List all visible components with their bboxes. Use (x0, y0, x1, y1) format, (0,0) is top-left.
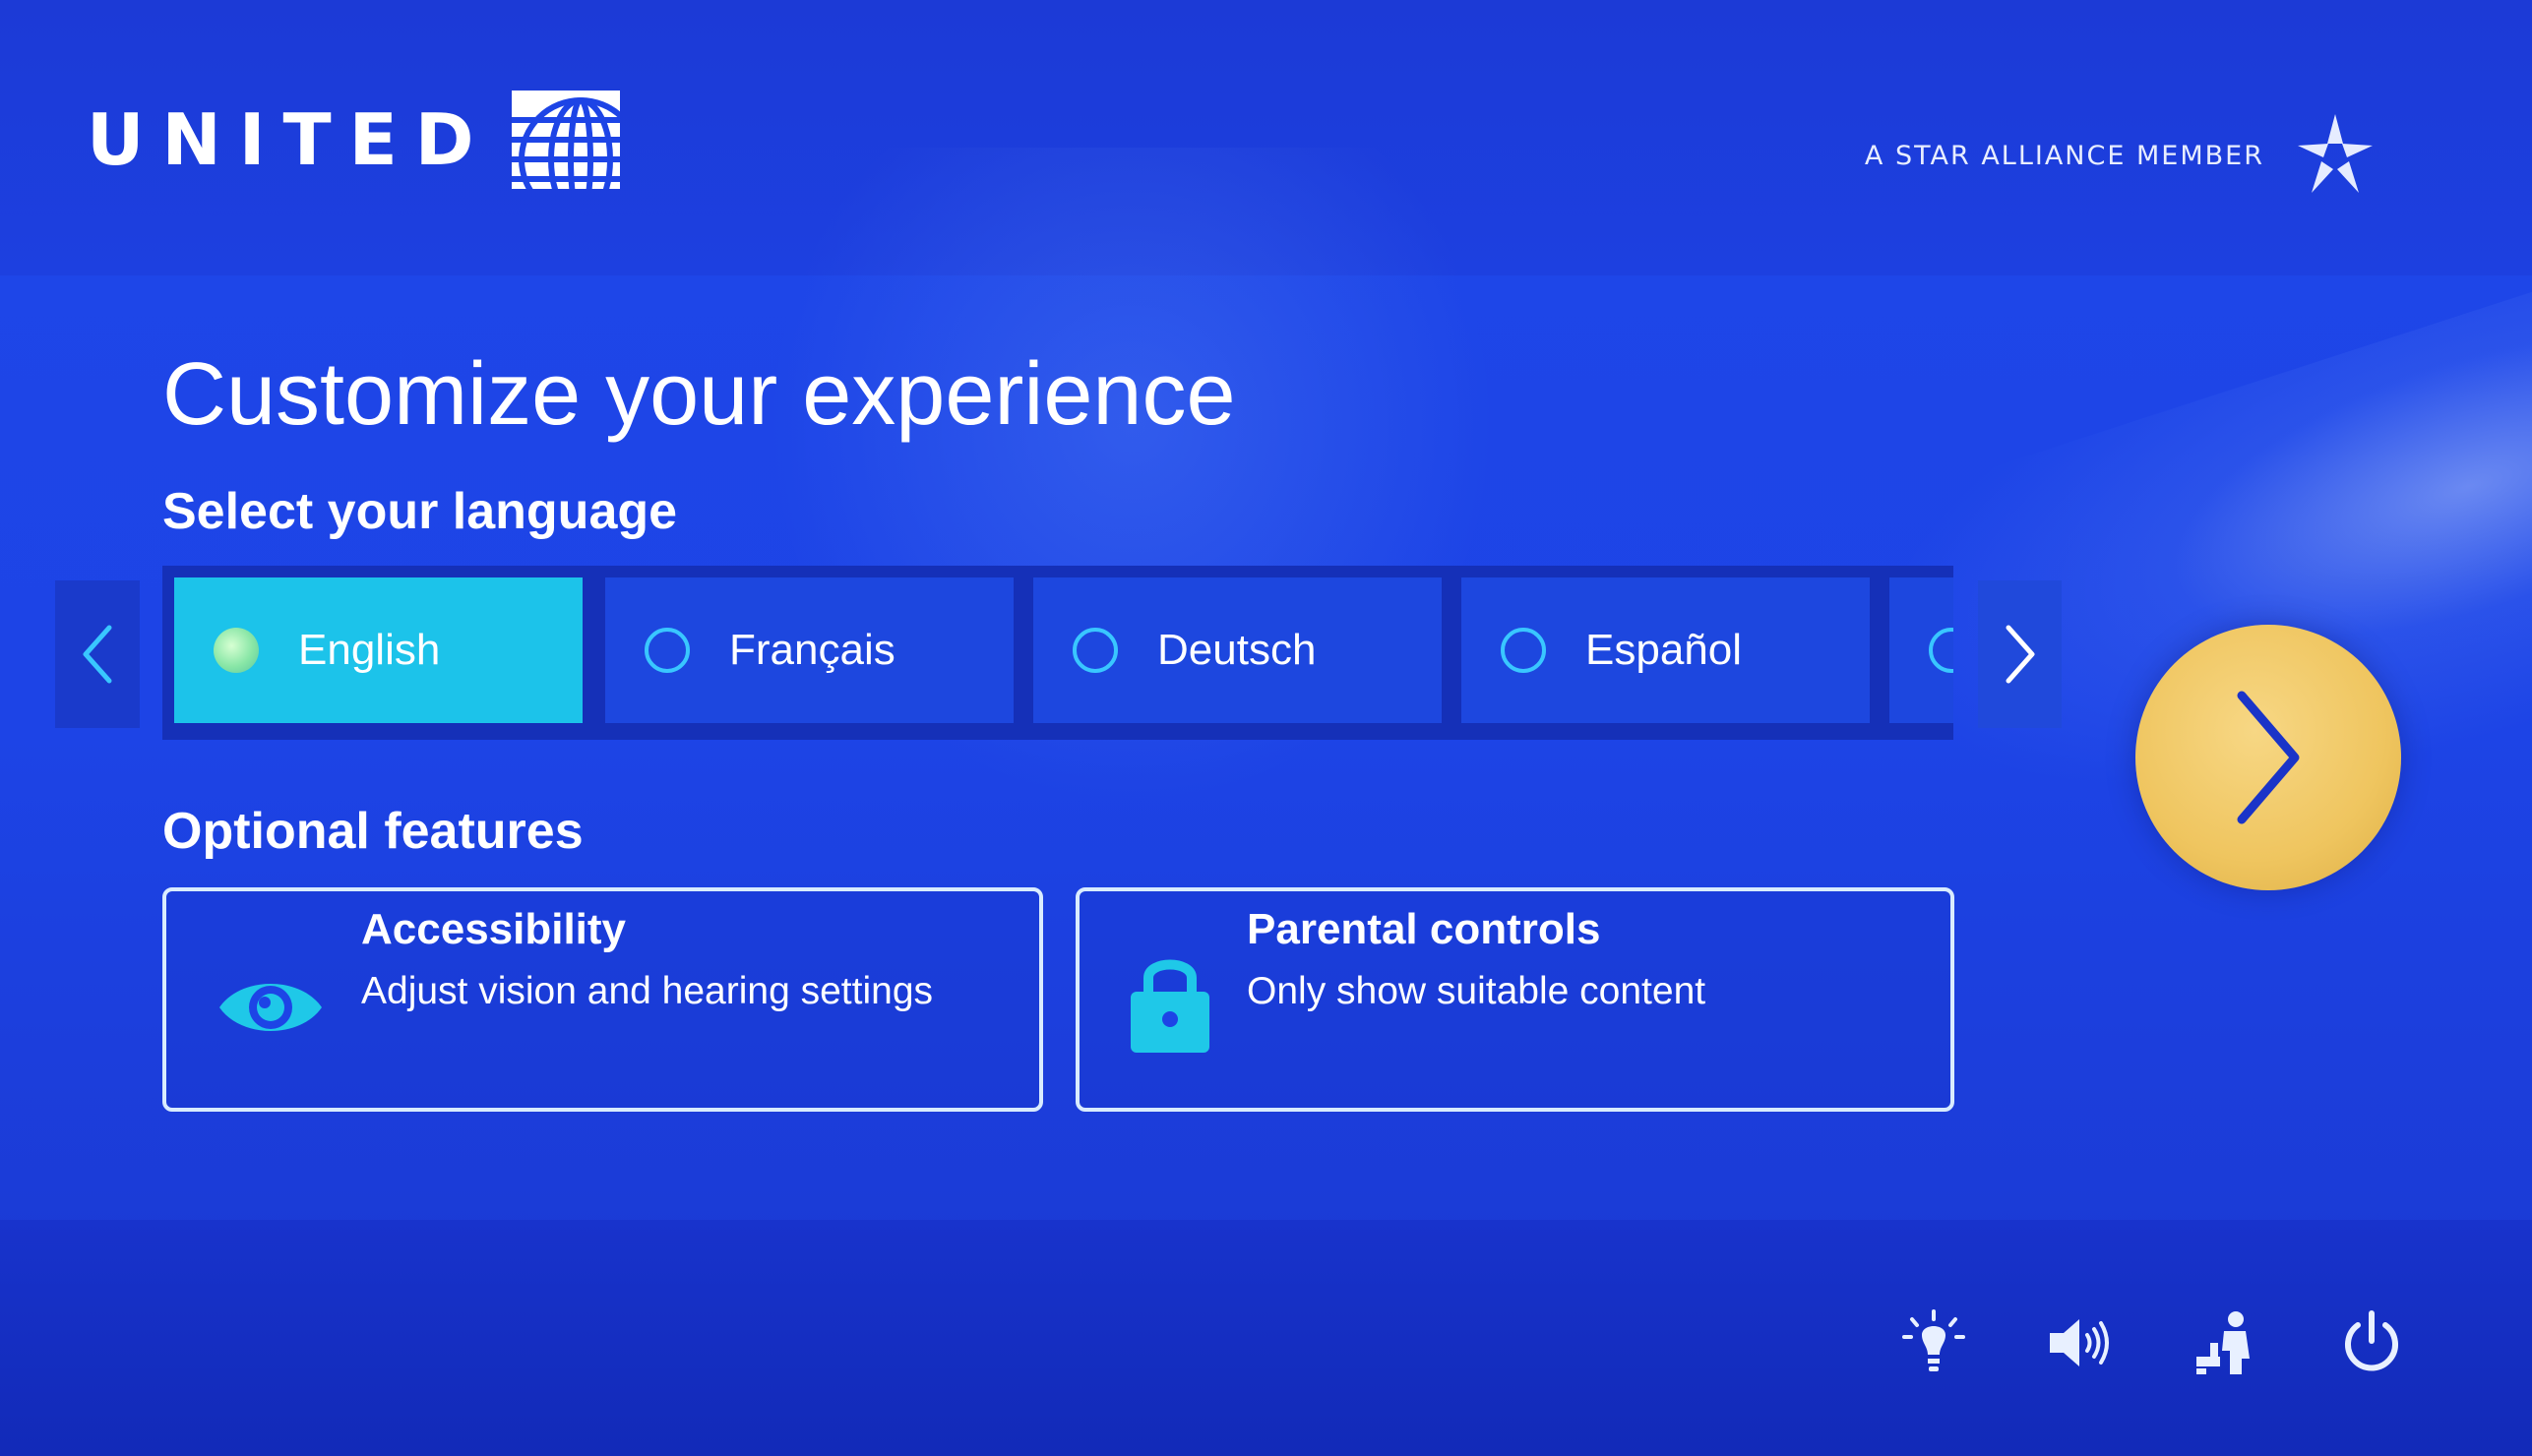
radio-icon (1929, 628, 1953, 673)
card-title: Accessibility (361, 905, 627, 953)
brand-name: UNITED (87, 98, 492, 181)
language-option-deutsch[interactable]: Deutsch (1033, 577, 1442, 723)
star-alliance-badge: A STAR ALLIANCE MEMBER (1865, 106, 2384, 205)
language-section-title: Select your language (162, 483, 678, 540)
language-selector: English Français Deutsch Español (162, 566, 1953, 740)
call-attendant-button[interactable] (2187, 1304, 2265, 1382)
language-label: Français (729, 626, 895, 674)
language-next-button[interactable] (1978, 580, 2062, 728)
card-title: Parental controls (1247, 905, 1601, 953)
footer-bar (0, 1220, 2532, 1456)
radio-selected-icon (214, 628, 259, 673)
radio-icon (1501, 628, 1546, 673)
language-label: Español (1585, 626, 1743, 674)
language-option-english[interactable]: English (174, 577, 583, 723)
radio-icon (1073, 628, 1118, 673)
power-button[interactable] (2332, 1304, 2411, 1382)
language-prev-button[interactable] (55, 580, 140, 728)
chevron-right-icon (2006, 625, 2034, 684)
lock-icon (1131, 959, 1209, 1053)
card-description: Only show suitable content (1247, 970, 1706, 1012)
eye-icon (219, 984, 322, 1031)
language-label: Deutsch (1157, 626, 1317, 674)
united-logo: UNITED (87, 91, 620, 189)
language-option-francais[interactable]: Français (605, 577, 1014, 723)
power-icon (2345, 1310, 2398, 1371)
language-label: English (298, 626, 441, 674)
continue-button[interactable] (2135, 625, 2401, 890)
page-title: Customize your experience (162, 345, 1236, 444)
alliance-text: A STAR ALLIANCE MEMBER (1864, 140, 2264, 171)
reading-light-icon (1902, 1309, 1965, 1371)
call-attendant-icon (2196, 1311, 2250, 1374)
parental-controls-card[interactable]: Parental controls Only show suitable con… (1076, 887, 1954, 1112)
globe-icon (511, 91, 620, 189)
accessibility-card[interactable]: Accessibility Adjust vision and hearing … (162, 887, 1043, 1112)
radio-icon (645, 628, 690, 673)
features-section-title: Optional features (162, 803, 584, 860)
screen: UNITED A STAR ALLIANCE MEMBER Customize … (0, 0, 2532, 1456)
language-option-espanol[interactable]: Español (1461, 577, 1870, 723)
volume-button[interactable] (2040, 1304, 2119, 1382)
card-description: Adjust vision and hearing settings (361, 970, 934, 1012)
language-option-next-partial[interactable] (1889, 577, 1953, 723)
star-alliance-icon (2298, 114, 2373, 193)
volume-icon (2050, 1319, 2109, 1366)
chevron-left-icon (83, 625, 112, 684)
reading-light-button[interactable] (1894, 1304, 1973, 1382)
chevron-right-icon (2237, 691, 2300, 824)
